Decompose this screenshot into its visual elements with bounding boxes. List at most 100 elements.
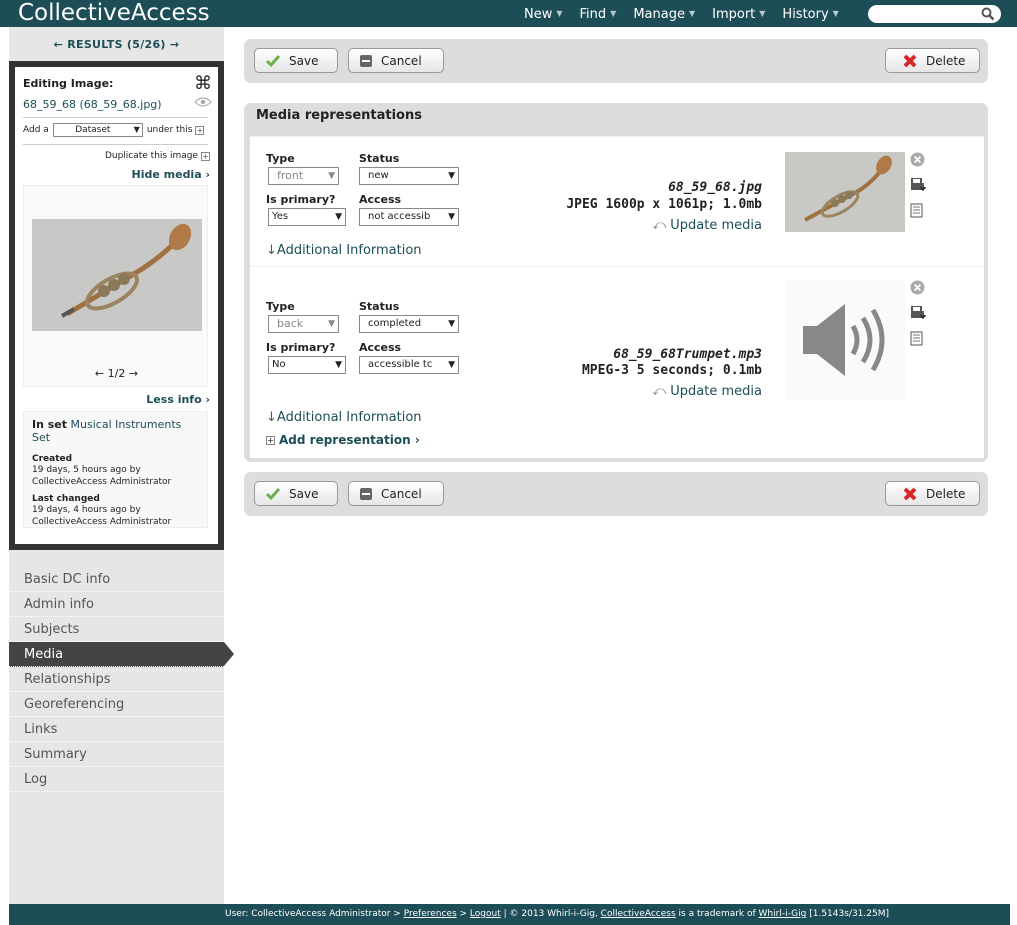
- update-media-link[interactable]: ⤺ Update media: [652, 384, 762, 399]
- results-pager[interactable]: ← RESULTS (5/26) →: [9, 38, 224, 51]
- delete-icon: [903, 487, 917, 500]
- audio-thumbnail[interactable]: [785, 280, 905, 400]
- sidebar-item-links[interactable]: Links: [9, 717, 224, 742]
- sidebar-item-media[interactable]: Media: [9, 642, 234, 667]
- duplicate-row: Duplicate this image +: [105, 151, 210, 161]
- download-icon[interactable]: [910, 177, 926, 192]
- duplicate-plus-icon[interactable]: +: [201, 151, 210, 161]
- primary-label: Is primary?: [266, 193, 336, 206]
- top-bar: CollectiveAccess New ▼ Find ▼ Manage ▼ Impo…: [0, 0, 1017, 27]
- update-media-link[interactable]: ⤺ Update media: [652, 218, 762, 233]
- checkmark-icon: [265, 54, 281, 67]
- document-icon[interactable]: [910, 331, 924, 346]
- sidebar-item-relationships[interactable]: Relationships: [9, 667, 224, 692]
- sidebar-item-subjects[interactable]: Subjects: [9, 617, 224, 642]
- cancel-icon: [360, 487, 372, 500]
- changed-label: Last changed: [32, 494, 100, 504]
- bottom-action-bar: Save Cancel Delete: [244, 472, 988, 516]
- access-select[interactable]: accessible tc ▼: [359, 356, 459, 374]
- delete-icon: [903, 54, 917, 67]
- primary-select[interactable]: No ▼: [268, 356, 346, 374]
- eye-icon[interactable]: [194, 97, 212, 107]
- sidebar-item-basic-dc-info[interactable]: Basic DC info: [9, 567, 224, 592]
- inspector: Editing Image: ⌘ 68_59_68 (68_59_68.jpg)…: [15, 67, 218, 544]
- add-prefix: Add a: [23, 125, 49, 135]
- divider: [23, 144, 208, 145]
- sidebar-item-georeferencing[interactable]: Georeferencing: [9, 692, 224, 717]
- type-select[interactable]: front ▼: [268, 167, 339, 185]
- top-action-bar: Save Cancel Delete: [244, 39, 988, 83]
- media-preview: ← 1/2 →: [23, 185, 208, 387]
- additional-info-toggle[interactable]: ↓Additional Information: [266, 410, 422, 425]
- status-label: Status: [359, 152, 400, 165]
- add-plus-icon[interactable]: +: [195, 125, 205, 135]
- command-icon[interactable]: ⌘: [194, 73, 212, 94]
- media-pager[interactable]: ← 1/2 →: [24, 367, 209, 380]
- created-value: 19 days, 5 hours ago by CollectiveAccess…: [32, 465, 172, 487]
- media-filename: 68_59_68.jpg: [668, 180, 762, 195]
- nav-history[interactable]: History ▼: [782, 0, 838, 27]
- trumpet-image[interactable]: [32, 219, 202, 331]
- media-thumbnail[interactable]: [785, 152, 905, 232]
- download-icon[interactable]: [910, 305, 926, 320]
- media-info: MPEG-3 5 seconds; 0.1mb: [581, 363, 762, 378]
- app-logo[interactable]: CollectiveAccess: [18, 0, 210, 27]
- access-select[interactable]: not accessib ▼: [359, 208, 459, 226]
- nav-import[interactable]: Import ▼: [712, 0, 765, 27]
- search-box: [868, 5, 1001, 26]
- media-representations-section: Media representations Type Status front ▼…: [244, 103, 988, 462]
- less-info-link[interactable]: Less info ›: [146, 393, 210, 406]
- add-dataset-row: Add a Dataset ▼ under this +: [23, 123, 205, 137]
- chevron-down-icon: ▼: [688, 9, 696, 18]
- type-label: Type: [266, 152, 295, 165]
- document-icon[interactable]: [910, 203, 924, 218]
- type-select[interactable]: back ▼: [268, 315, 339, 333]
- primary-select[interactable]: Yes ▼: [268, 208, 346, 226]
- collectiveaccess-link[interactable]: CollectiveAccess: [601, 909, 676, 919]
- delete-button[interactable]: Delete: [885, 481, 980, 506]
- divider: [23, 117, 208, 118]
- nav-manage[interactable]: Manage ▼: [633, 0, 695, 27]
- refresh-icon: ⤺: [652, 384, 671, 399]
- cancel-button[interactable]: Cancel: [348, 48, 444, 73]
- dataset-select[interactable]: Dataset ▼: [52, 123, 143, 137]
- inspector-title: Editing Image:: [23, 77, 114, 90]
- section-title: Media representations: [256, 108, 422, 123]
- type-label: Type: [266, 300, 295, 313]
- search-input[interactable]: [876, 8, 986, 26]
- inspector-box: Editing Image: ⌘ 68_59_68 (68_59_68.jpg)…: [9, 61, 224, 550]
- status-select[interactable]: new ▼: [359, 167, 459, 185]
- representation-item: Type Status back ▼ completed ▼ Is primary?…: [250, 266, 984, 431]
- inspector-filename: 68_59_68 (68_59_68.jpg): [23, 98, 162, 111]
- hide-media-link[interactable]: Hide media ›: [132, 168, 211, 181]
- close-icon[interactable]: [910, 152, 925, 167]
- whirligig-link[interactable]: Whirl-i-Gig: [759, 909, 807, 919]
- save-button[interactable]: Save: [254, 48, 338, 73]
- set-info: In set Musical Instruments Set Created 1…: [23, 411, 208, 528]
- add-suffix: under this: [146, 125, 193, 135]
- chevron-down-icon: ▼: [832, 9, 839, 18]
- created-label: Created: [32, 454, 73, 464]
- sidebar-item-summary[interactable]: Summary: [9, 742, 224, 767]
- media-filename: 68_59_68Trumpet.mp3: [613, 347, 762, 362]
- add-representation-link[interactable]: + Add representation ›: [266, 433, 420, 447]
- main-nav: New ▼ Find ▼ Manage ▼ Import ▼ History ▼: [524, 0, 856, 27]
- sidebar-item-admin-info[interactable]: Admin info: [9, 592, 224, 617]
- nav-new[interactable]: New ▼: [524, 0, 563, 27]
- preferences-link[interactable]: Preferences: [404, 909, 457, 919]
- close-icon[interactable]: [910, 280, 925, 295]
- nav-find[interactable]: Find ▼: [580, 0, 617, 27]
- delete-button[interactable]: Delete: [885, 48, 980, 73]
- media-list: Type Status front ▼ new ▼ Is primary? Acce…: [250, 136, 984, 458]
- cancel-button[interactable]: Cancel: [348, 481, 444, 506]
- logout-link[interactable]: Logout: [470, 909, 501, 919]
- chevron-down-icon: ▼: [556, 9, 563, 18]
- save-button[interactable]: Save: [254, 481, 338, 506]
- footer: User: CollectiveAccess Administrator > P…: [9, 904, 1010, 925]
- additional-info-toggle[interactable]: ↓Additional Information: [266, 243, 422, 258]
- chevron-down-icon: ▼: [610, 9, 617, 18]
- section-nav: Basic DC info Admin info Subjects Media …: [9, 567, 234, 792]
- search-icon[interactable]: [981, 7, 995, 21]
- status-select[interactable]: completed ▼: [359, 315, 459, 333]
- sidebar-item-log[interactable]: Log: [9, 767, 224, 792]
